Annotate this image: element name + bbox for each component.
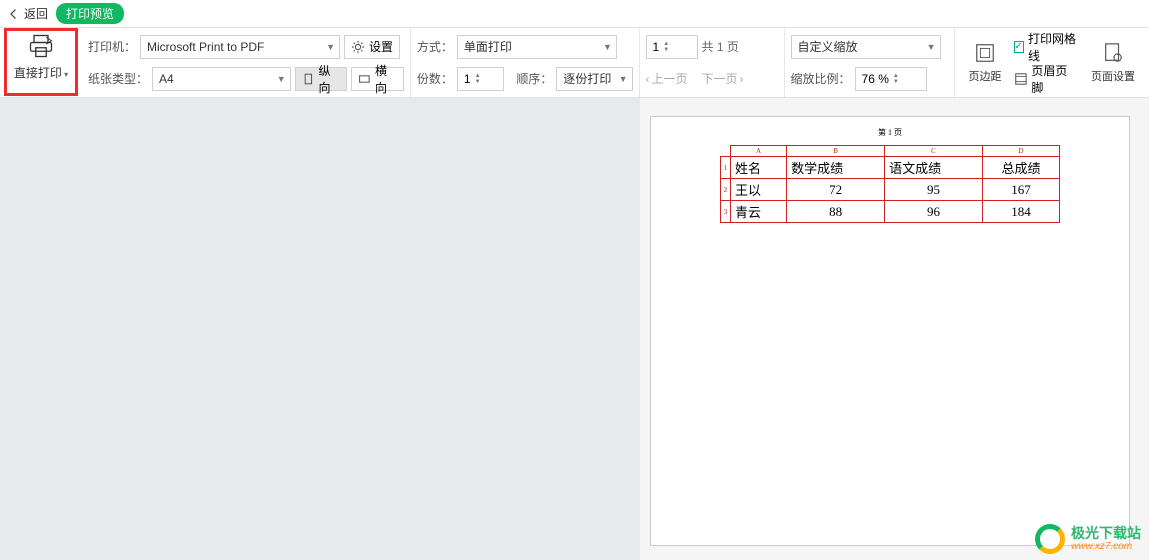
table-row: 3 青云 88 96 184	[721, 201, 1060, 223]
direct-print-button[interactable]: 直接打印	[10, 32, 72, 81]
preview-page: 第 1 页 A B C D 1 姓名 数学成绩 语文成绩 总成绩 2	[650, 116, 1130, 546]
gear-icon	[351, 40, 365, 54]
zoom-ratio-label: 缩放比例：	[791, 70, 851, 87]
direct-print-label: 直接打印	[14, 64, 68, 81]
copies-label: 份数：	[417, 70, 453, 87]
preview-empty-area	[0, 98, 640, 560]
order-select[interactable]: 逐份打印▼	[556, 67, 632, 91]
pagesetup-icon	[1102, 42, 1124, 64]
page-title: 打印预览	[56, 3, 124, 24]
printer-select[interactable]: Microsoft Print to PDF▼	[140, 35, 340, 59]
page-spin[interactable]: 1 ▲▼	[646, 35, 698, 59]
preview-page-header: 第 1 页	[651, 127, 1129, 138]
back-label: 返回	[24, 5, 48, 22]
gridlines-checkbox[interactable]: 打印网格线	[1014, 35, 1080, 59]
printer-icon	[27, 32, 55, 60]
paper-select[interactable]: A4▼	[152, 67, 291, 91]
next-page-button[interactable]: 下一页 ›	[702, 70, 744, 87]
paper-label: 纸张类型：	[88, 70, 148, 87]
prev-page-button[interactable]: ‹ 上一页	[646, 70, 688, 87]
headerfooter-icon	[1014, 72, 1028, 86]
mode-label: 方式：	[417, 38, 453, 55]
watermark-url: www.xz7.com	[1071, 541, 1141, 552]
headerfooter-button[interactable]: 页眉页脚	[1014, 67, 1080, 91]
mode-select[interactable]: 单面打印▼	[457, 35, 617, 59]
margins-button[interactable]: 页边距	[961, 38, 1010, 88]
landscape-button[interactable]: 横向	[351, 67, 404, 91]
chevron-left-icon	[8, 8, 20, 20]
table-row: 1 姓名 数学成绩 语文成绩 总成绩	[721, 157, 1060, 179]
preview-table: A B C D 1 姓名 数学成绩 语文成绩 总成绩 2 王以 72 95	[720, 145, 1060, 223]
page-total: 共 1 页	[702, 38, 739, 55]
check-icon	[1014, 41, 1025, 53]
watermark-title: 极光下载站	[1071, 526, 1141, 541]
watermark-logo-icon	[1035, 524, 1065, 554]
copies-spin[interactable]: 1 ▲▼	[457, 67, 504, 91]
table-row: 2 王以 72 95 167	[721, 179, 1060, 201]
back-button[interactable]: 返回	[8, 5, 48, 22]
watermark: 极光下载站 www.xz7.com	[1035, 524, 1141, 554]
order-label: 顺序：	[516, 70, 552, 87]
portrait-button[interactable]: 纵向	[295, 67, 348, 91]
margins-icon	[974, 42, 996, 64]
printer-label: 打印机：	[88, 38, 136, 55]
zoom-mode-select[interactable]: 自定义缩放▼	[791, 35, 941, 59]
pagesetup-button[interactable]: 页面设置	[1083, 38, 1143, 88]
settings-button[interactable]: 设置	[344, 35, 400, 59]
landscape-icon	[358, 72, 371, 86]
zoom-ratio-spin[interactable]: 76 % ▲▼	[855, 67, 927, 91]
portrait-icon	[302, 72, 315, 86]
